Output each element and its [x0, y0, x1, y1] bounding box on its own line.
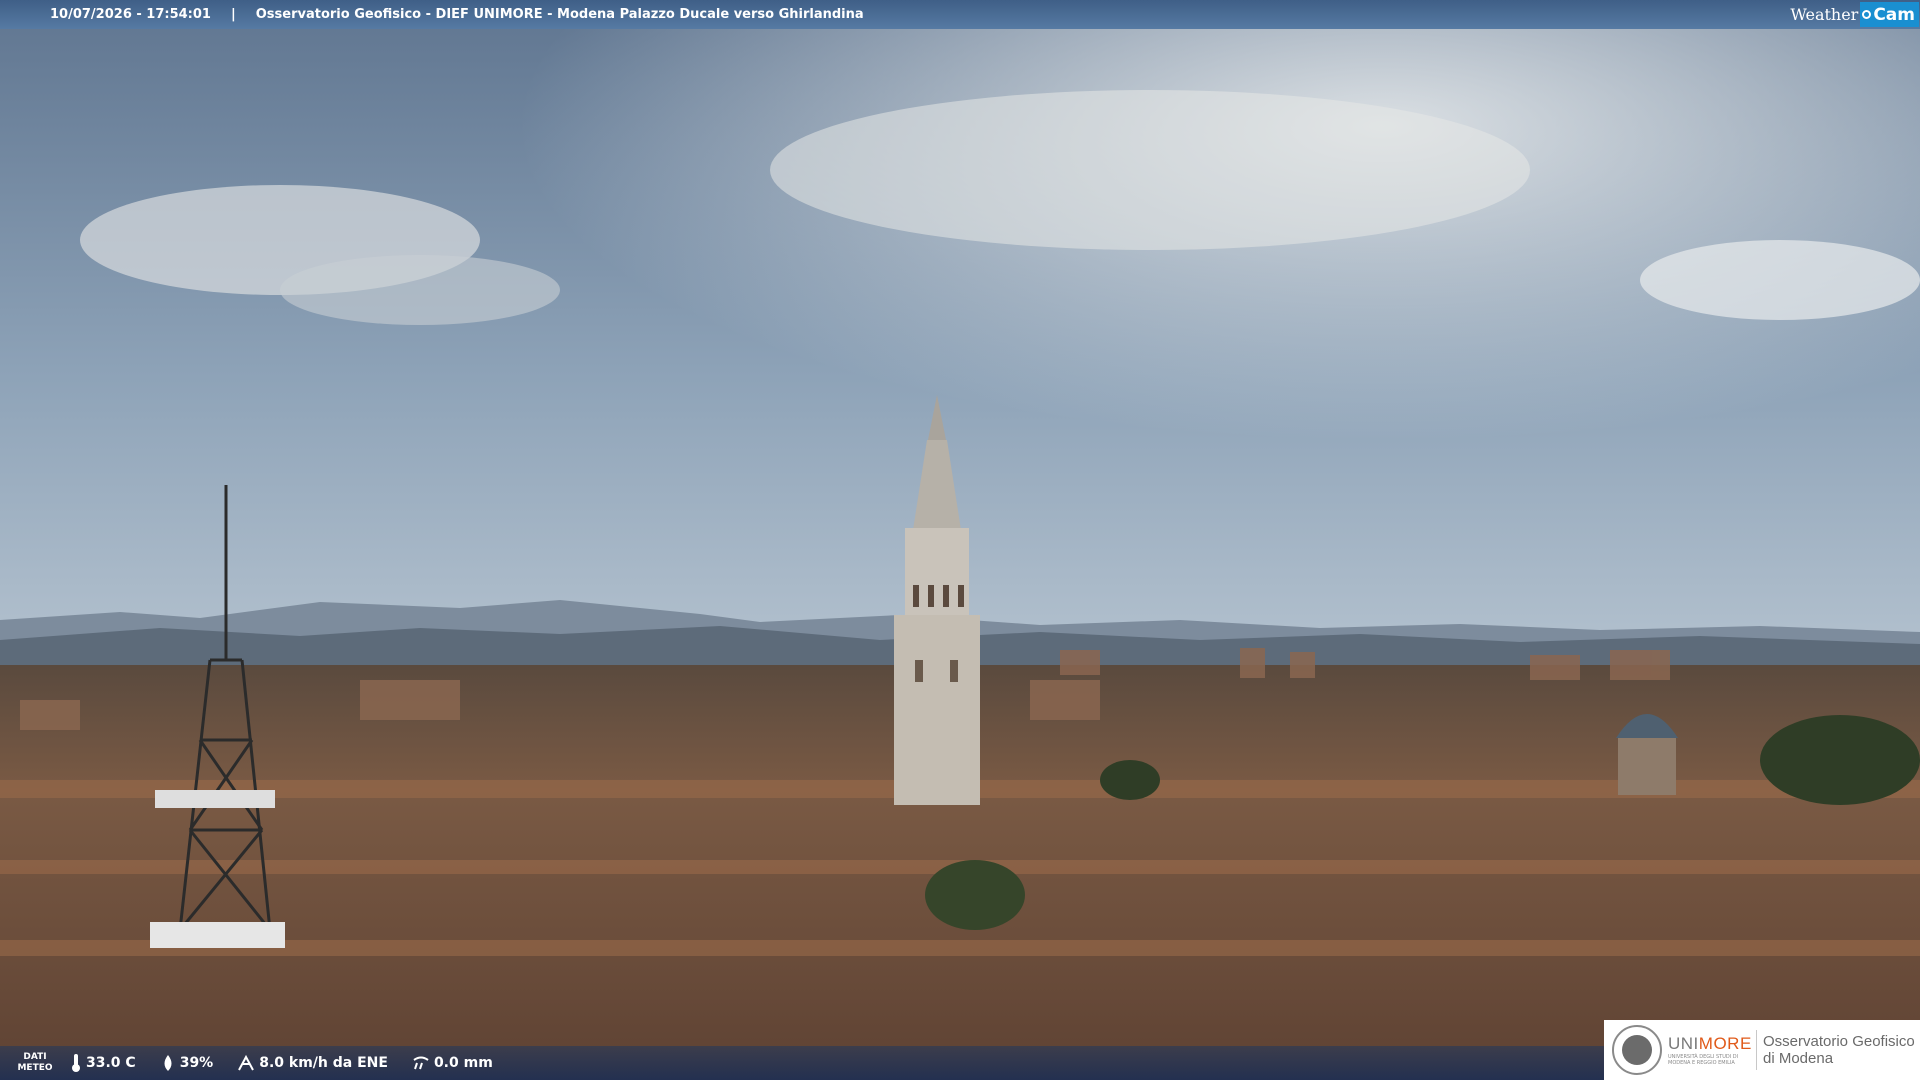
- webcam-info-bar: 10/07/2026 - 17:54:01 | Osservatorio Geo…: [0, 0, 1920, 29]
- observatory-logo-panel: UNIMORE UNIVERSITÀ DEGLI STUDI DI MODENA…: [1604, 1020, 1920, 1080]
- brand-cam-label: Cam: [1873, 4, 1915, 25]
- weather-data-label: DATI METEO: [0, 1052, 70, 1074]
- thermometer-icon: [72, 1054, 80, 1072]
- rain-value: 0.0 mm: [433, 1055, 493, 1071]
- university-seal-icon: [1612, 1025, 1662, 1075]
- weathercam-logo: Weather Cam: [1790, 0, 1920, 29]
- camera-title: Osservatorio Geofisico - DIEF UNIMORE - …: [255, 7, 864, 22]
- humidity-reading: 39%: [160, 1054, 214, 1072]
- wind-value: 8.0 km/h da ENE: [259, 1055, 388, 1071]
- trees: [1100, 760, 1160, 800]
- weather-label-line2: METEO: [17, 1063, 53, 1073]
- webcam-image: [0, 0, 1920, 1080]
- unimore-subtitle: UNIVERSITÀ DEGLI STUDI DI MODENA E REGGI…: [1668, 1054, 1739, 1066]
- separator: |: [230, 7, 236, 22]
- trees: [1760, 715, 1920, 805]
- unimore-name-part2: MORE: [1698, 1034, 1752, 1053]
- brand-cam-badge: Cam: [1860, 2, 1919, 27]
- temperature-reading: 33.0 C: [70, 1053, 136, 1073]
- wind-icon: [238, 1054, 255, 1071]
- rain-gauge-icon: [413, 1056, 429, 1070]
- unimore-logo: UNIMORE UNIVERSITÀ DEGLI STUDI DI MODENA…: [1668, 1034, 1752, 1066]
- observatory-name: Osservatorio Geofisico di Modena: [1763, 1033, 1915, 1067]
- temperature-value: 33.0 C: [86, 1055, 136, 1071]
- rain-reading: 0.0 mm: [412, 1054, 493, 1072]
- camera-dot-icon: [1862, 10, 1872, 19]
- wind-reading: 8.0 km/h da ENE: [237, 1054, 388, 1072]
- timestamp: 10/07/2026 - 17:54:01: [50, 7, 211, 22]
- weather-label-line1: DATI: [23, 1052, 47, 1062]
- humidity-value: 39%: [179, 1055, 214, 1071]
- observatory-name-line2: di Modena: [1763, 1050, 1834, 1067]
- logo-divider: [1756, 1030, 1757, 1070]
- cloud: [280, 255, 560, 325]
- observatory-name-line1: Osservatorio Geofisico: [1763, 1033, 1915, 1050]
- cloud: [1640, 240, 1920, 320]
- trees: [925, 860, 1025, 930]
- droplet-icon: [164, 1055, 172, 1071]
- cloud: [770, 90, 1530, 250]
- church-dome: [1618, 735, 1676, 795]
- unimore-name-part1: UNI: [1668, 1034, 1699, 1053]
- brand-weather-label: Weather: [1790, 5, 1859, 24]
